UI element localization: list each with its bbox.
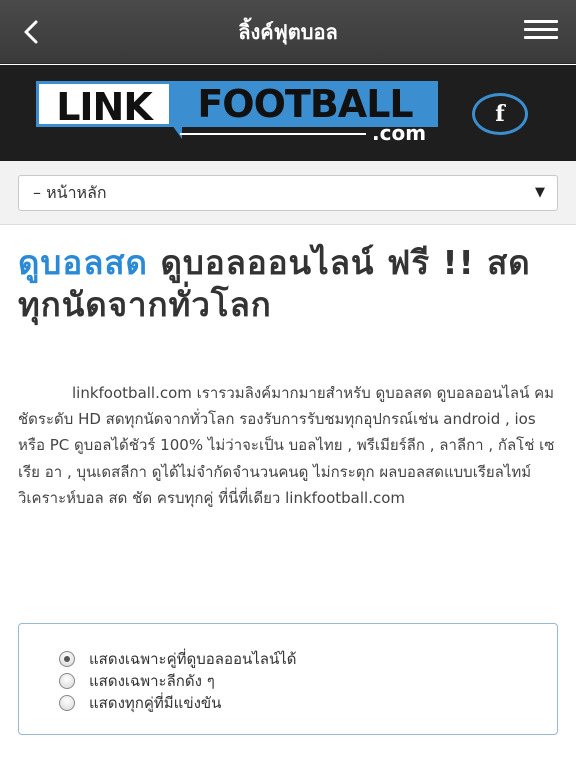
menu-button[interactable] <box>524 20 558 44</box>
filter-option-label: แสดงเฉพาะลีกดัง ๆ <box>89 672 215 690</box>
logo-speech-tail <box>172 125 182 139</box>
top-bar: ลิ้งค์ฟุตบอล <box>0 0 576 64</box>
site-banner: LINK FOOTBALL .com f <box>0 65 576 161</box>
page-title: ลิ้งค์ฟุตบอล <box>238 20 338 44</box>
main-headline: ดูบอลสด ดูบอลออนไลน์ ฟรี !! สดทุกนัดจากท… <box>18 242 558 326</box>
match-filter-options: แสดงเฉพาะคู่ที่ดูบอลออนไลน์ได้ แสดงเฉพาะ… <box>18 623 558 735</box>
logo-text-link: LINK <box>36 81 172 129</box>
hamburger-menu-icon <box>524 20 558 39</box>
site-description: linkfootball.com เรารวมลิงค์มากมายสำหรับ… <box>18 384 555 507</box>
filter-option-label: แสดงเฉพาะคู่ที่ดูบอลออนไลน์ได้ <box>89 650 297 668</box>
nav-select-bar: – หน้าหลัก ▼ <box>0 161 576 225</box>
nav-select[interactable]: – หน้าหลัก ▼ <box>18 175 558 211</box>
chevron-left-icon <box>24 20 38 44</box>
facebook-button[interactable]: f <box>472 93 528 135</box>
site-logo[interactable]: LINK FOOTBALL .com <box>36 81 438 145</box>
radio-unchecked-icon[interactable] <box>59 673 75 689</box>
caret-down-icon: ▼ <box>535 185 545 200</box>
logo-text-com: .com <box>372 121 427 145</box>
radio-unchecked-icon[interactable] <box>59 695 75 711</box>
headline-highlight: ดูบอลสด <box>18 243 148 282</box>
radio-checked-icon[interactable] <box>59 651 75 667</box>
back-button[interactable] <box>14 14 48 50</box>
facebook-icon: f <box>495 101 505 127</box>
filter-option-label: แสดงทุกคู่ที่มีแข่งขัน <box>89 694 222 712</box>
nav-select-value: – หน้าหลัก <box>33 183 107 202</box>
logo-underline <box>180 133 366 135</box>
